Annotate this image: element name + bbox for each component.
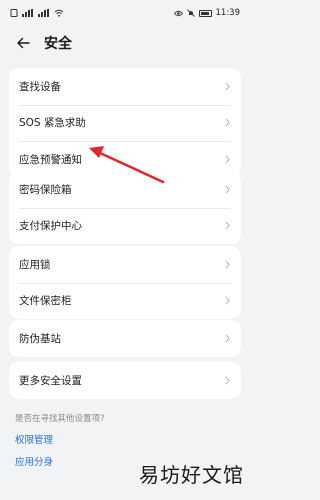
eye-icon: [173, 10, 183, 16]
suggestion-question: 是否在寻找其他设置项?: [15, 414, 105, 424]
settings-group-1: 查找设备 SOS 紧急求助 应急预警通知: [9, 68, 241, 178]
signal-icon: [22, 9, 34, 17]
chevron-right-icon: [223, 333, 231, 343]
setting-app-lock[interactable]: 应用锁: [9, 246, 241, 283]
setting-sos[interactable]: SOS 紧急求助: [9, 104, 241, 142]
settings-group-5: 更多安全设置: [9, 362, 241, 399]
chevron-right-icon: [223, 154, 231, 164]
chevron-right-icon: [223, 118, 231, 128]
settings-group-2: 密码保险箱 支付保护中心: [9, 171, 241, 244]
setting-payment-protection[interactable]: 支付保护中心: [9, 207, 241, 245]
setting-label: 查找设备: [19, 80, 61, 93]
setting-file-safe[interactable]: 文件保密柜: [9, 282, 241, 320]
setting-anti-fake-base-station[interactable]: 防伪基站: [9, 320, 241, 357]
chevron-right-icon: [223, 296, 231, 306]
setting-find-device[interactable]: 查找设备: [9, 68, 241, 105]
setting-label: 密码保险箱: [19, 183, 72, 196]
setting-label: 更多安全设置: [19, 374, 82, 387]
wifi-icon: [54, 9, 64, 17]
setting-label: 应急预警通知: [19, 153, 82, 166]
setting-label: 支付保护中心: [19, 220, 82, 233]
page-title: 安全: [44, 36, 72, 52]
chevron-right-icon: [223, 259, 231, 269]
setting-label: 文件保密柜: [19, 295, 72, 308]
status-left: [10, 9, 64, 17]
setting-label: SOS 紧急求助: [19, 117, 86, 130]
chevron-right-icon: [223, 184, 231, 194]
clock: 11:39: [215, 8, 241, 18]
back-button[interactable]: [6, 28, 40, 58]
header: 安全: [0, 28, 250, 58]
signal-icon: [38, 9, 50, 17]
mute-icon: [186, 9, 195, 17]
settings-group-4: 防伪基站: [9, 320, 241, 357]
settings-group-3: 应用锁 文件保密柜: [9, 246, 241, 319]
setting-more-security[interactable]: 更多安全设置: [9, 362, 241, 399]
setting-label: 防伪基站: [19, 332, 61, 345]
watermark: 易坊好文馆: [139, 463, 244, 487]
setting-password-vault[interactable]: 密码保险箱: [9, 171, 241, 208]
status-right: 11:39: [173, 8, 241, 18]
sim-icon: [10, 9, 18, 17]
arrow-left-icon: [17, 37, 30, 49]
suggestion-link-permissions[interactable]: 权限管理: [15, 432, 241, 446]
battery-icon: [198, 9, 212, 17]
setting-label: 应用锁: [19, 258, 51, 271]
chevron-right-icon: [223, 221, 231, 231]
chevron-right-icon: [223, 81, 231, 91]
chevron-right-icon: [223, 375, 231, 385]
status-bar: 11:39: [0, 0, 250, 26]
